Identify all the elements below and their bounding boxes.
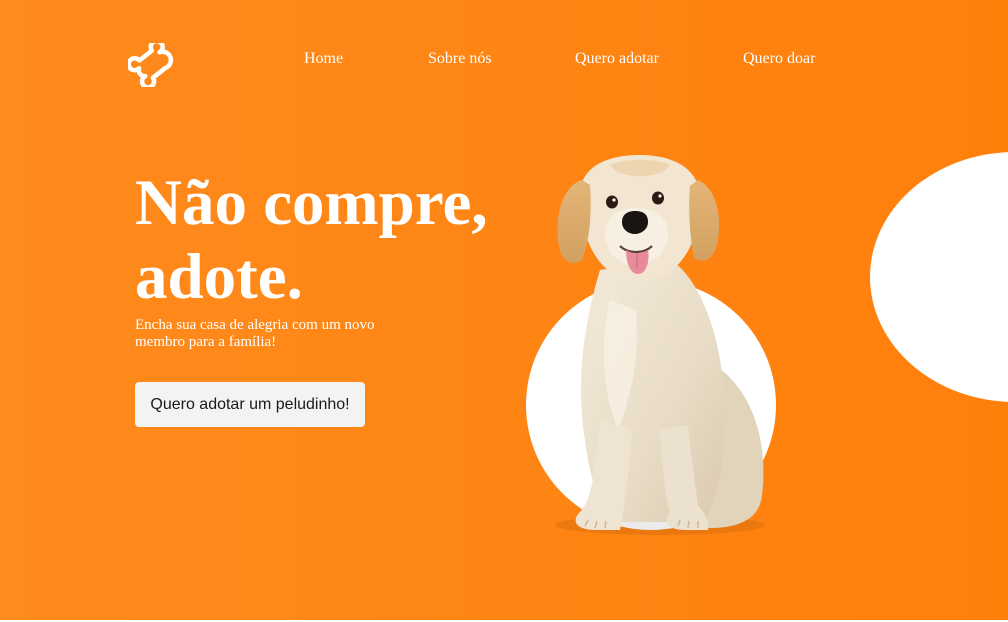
landing-page: Home Sobre nós Quero adotar Quero doar N…	[0, 0, 1008, 620]
nav-home-link[interactable]: Home	[304, 50, 343, 68]
adopt-cta-button[interactable]: Quero adotar um peludinho!	[135, 382, 365, 427]
nav-adopt-link[interactable]: Quero adotar	[575, 50, 659, 68]
nav-donate-link[interactable]: Quero doar	[743, 50, 815, 68]
hero-subtitle: Encha sua casa de alegria com um novo me…	[135, 317, 375, 350]
hero-headline: Não compre, adote.	[135, 166, 488, 314]
nav-about-link[interactable]: Sobre nós	[428, 50, 492, 68]
golden-retriever-image	[555, 155, 765, 535]
decorative-white-blob	[870, 152, 1008, 402]
bone-icon[interactable]	[128, 43, 178, 87]
hero-headline-line2: adote.	[135, 241, 303, 313]
hero-headline-line1: Não compre,	[135, 167, 488, 239]
